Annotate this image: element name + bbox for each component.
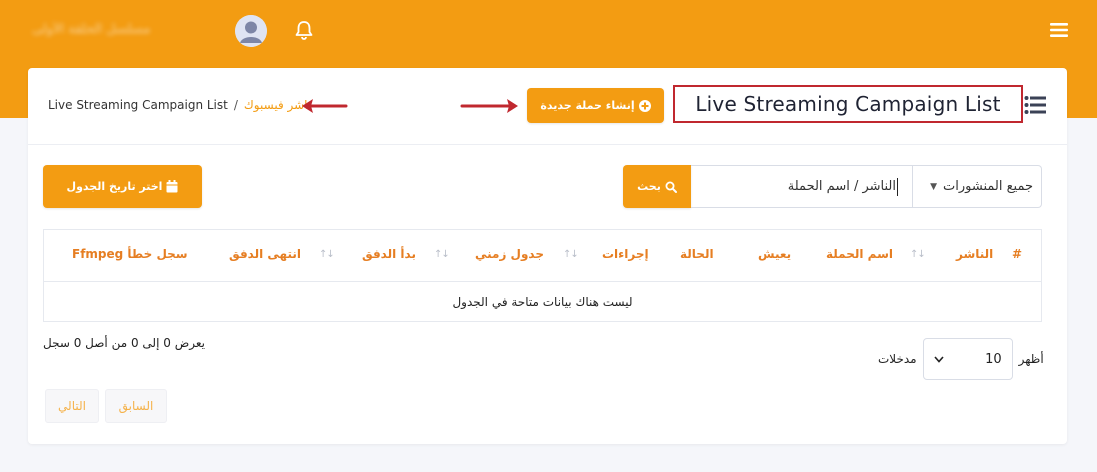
text-caret (897, 177, 898, 196)
table-empty-row: ليست هناك بيانات متاحة في الجدول (44, 282, 1041, 322)
page-title-highlight: Live Streaming Campaign List (673, 85, 1023, 123)
column-header-status[interactable]: الحالة (680, 247, 714, 261)
choose-schedule-date-label: اختر تاريخ الجدول (66, 180, 163, 193)
pagination: التالي السابق (45, 389, 167, 423)
column-header-schedule[interactable]: جدول زمني (475, 247, 544, 261)
chevron-down-icon (934, 355, 944, 363)
table-header: # الناشر ↑↓ اسم الحملة يعيش الحالة إجراء… (44, 230, 1041, 282)
posts-filter-select[interactable]: ▼ جميع المنشورات (913, 165, 1042, 208)
table-info: يعرض 0 إلى 0 من أصل 0 سجل (43, 336, 205, 350)
search-group: بحث الناشر / اسم الحملة ▼ جميع المنشورات (623, 165, 1042, 208)
previous-page-button[interactable]: السابق (105, 389, 167, 423)
breadcrumb-current: Live Streaming Campaign List (48, 98, 228, 112)
card-header: Live Streaming Campaign List / ناشر فيسبوك… (28, 68, 1067, 145)
posts-filter-value: جميع المنشورات (943, 179, 1033, 194)
sort-icon[interactable]: ↑↓ (910, 249, 926, 260)
page-length-select[interactable]: 10 (922, 338, 1013, 380)
breadcrumb: Live Streaming Campaign List / ناشر فيسبوك (48, 98, 311, 112)
breadcrumb-separator: / (233, 98, 238, 112)
new-campaign-label: إنشاء حملة جديدة (540, 99, 635, 112)
dropdown-caret-icon: ▼ (930, 181, 938, 192)
user-avatar-icon (235, 15, 267, 47)
plus-circle-icon (638, 99, 651, 112)
bell-icon[interactable] (293, 19, 315, 41)
search-icon (665, 181, 677, 193)
search-input[interactable]: الناشر / اسم الحملة (691, 165, 913, 208)
sort-icon[interactable]: ↑↓ (319, 249, 335, 260)
column-header-stream-ended[interactable]: انتهى الدفق (229, 247, 301, 261)
page-length-value: 10 (985, 351, 1002, 367)
page-length-control: مدخلات 10 أظهر (878, 338, 1044, 380)
column-header-index[interactable]: # (1012, 247, 1022, 261)
sort-icon[interactable]: ↑↓ (434, 249, 450, 260)
campaign-card: Live Streaming Campaign List / ناشر فيسبوك… (28, 68, 1067, 444)
column-header-stream-started[interactable]: بدأ الدفق (362, 247, 416, 261)
sort-icon[interactable]: ↑↓ (563, 249, 579, 260)
column-header-publisher[interactable]: الناشر (956, 247, 993, 261)
column-header-live[interactable]: يعيش (758, 247, 791, 261)
search-input-value: الناشر / اسم الحملة (787, 179, 896, 194)
page-title: Live Streaming Campaign List (695, 92, 1001, 116)
annotation-arrow-right-icon (460, 99, 518, 113)
list-icon (1024, 96, 1046, 114)
user-name[interactable]: مسلسل الحلقة الأولى (32, 22, 222, 40)
length-entries-label: مدخلات (878, 352, 917, 366)
empty-message: ليست هناك بيانات متاحة في الجدول (452, 295, 633, 309)
choose-schedule-date-button[interactable]: اختر تاريخ الجدول (43, 165, 202, 208)
new-campaign-button[interactable]: إنشاء حملة جديدة (527, 88, 664, 123)
search-button[interactable]: بحث (623, 165, 691, 208)
search-button-label: بحث (637, 180, 661, 193)
menu-icon[interactable] (1049, 21, 1069, 39)
column-header-actions[interactable]: إجراءات (602, 247, 649, 261)
column-header-campaign-name[interactable]: اسم الحملة (826, 247, 893, 261)
length-show-label: أظهر (1018, 352, 1044, 366)
avatar[interactable] (235, 15, 267, 47)
next-page-button[interactable]: التالي (45, 389, 99, 423)
campaign-table: # الناشر ↑↓ اسم الحملة يعيش الحالة إجراء… (43, 229, 1042, 322)
column-header-ffmpeg-log[interactable]: سجل خطأ Ffmpeg (72, 247, 188, 261)
calendar-icon (166, 180, 178, 193)
annotation-arrow-left-icon (302, 99, 348, 113)
